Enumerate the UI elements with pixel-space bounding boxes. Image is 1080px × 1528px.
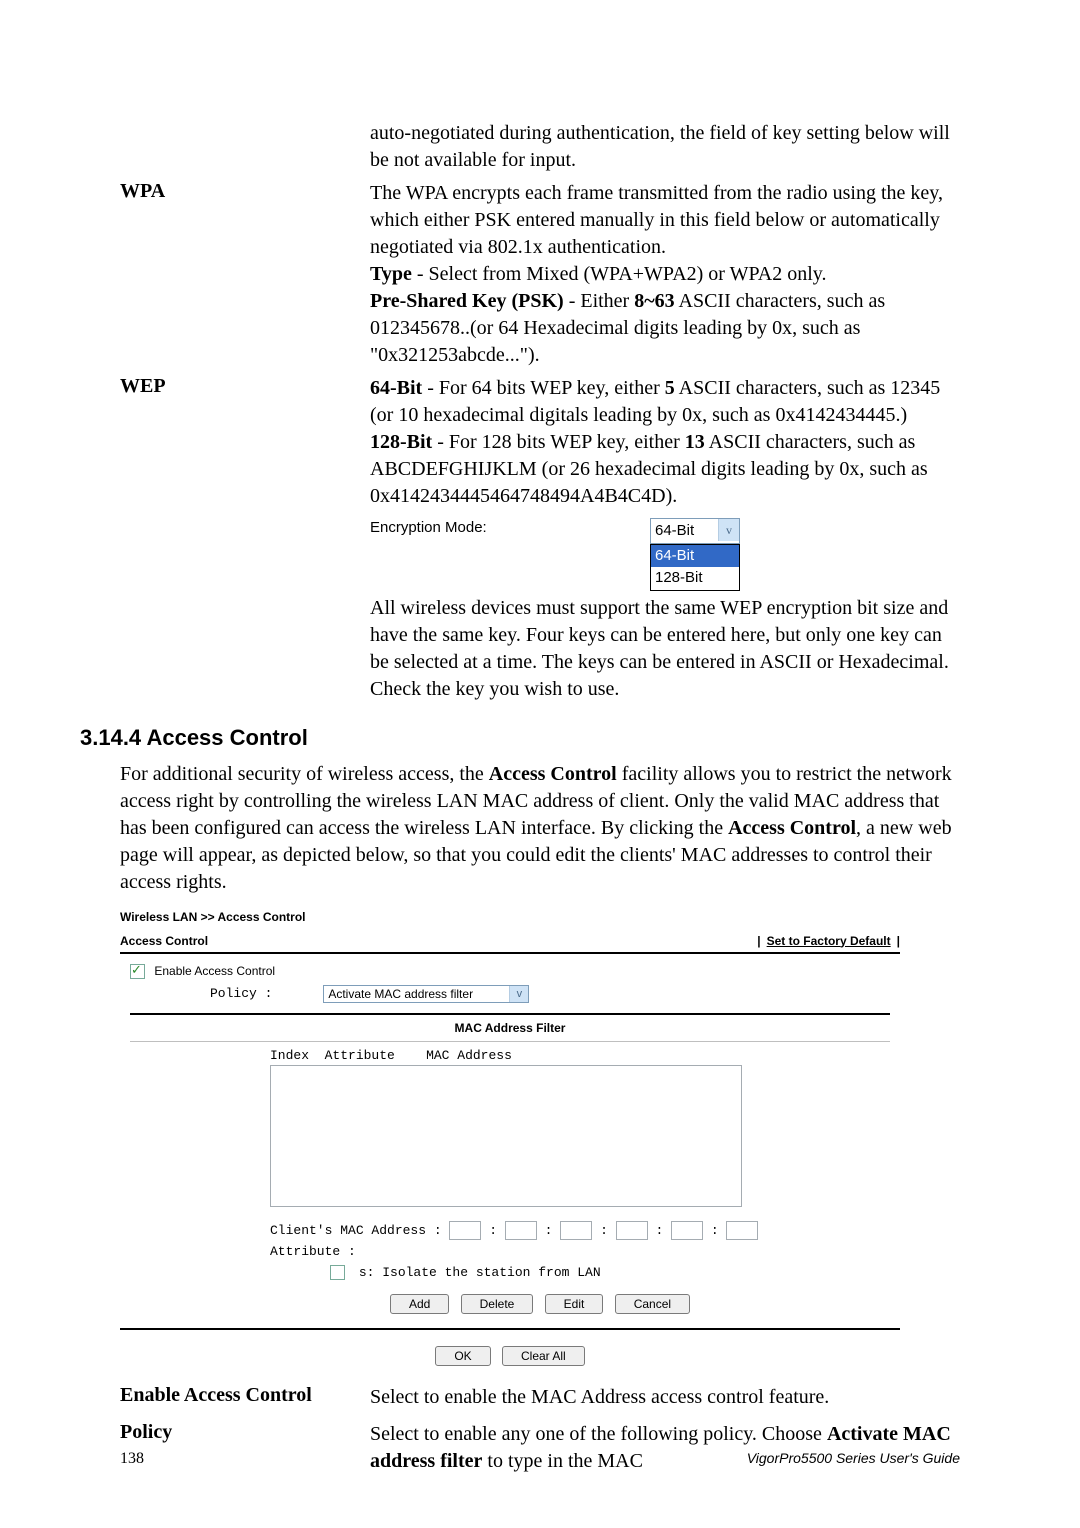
enable-access-control-row: Enable Access Control	[130, 964, 890, 979]
enable-access-control-checkbox[interactable]	[130, 964, 145, 979]
mac-octet-2[interactable]	[505, 1221, 537, 1240]
policy-select[interactable]: Activate MAC address filter v	[323, 985, 529, 1003]
section-para-b1: Access Control	[489, 763, 617, 785]
mac-octet-5[interactable]	[671, 1221, 703, 1240]
col-index: Index	[270, 1048, 309, 1063]
enable-access-control-label: Enable Access Control	[154, 964, 275, 978]
col-mac: MAC Address	[426, 1048, 512, 1063]
encryption-mode-options[interactable]: 64-Bit 128-Bit	[650, 544, 740, 591]
wpa-psk-mid: - Either	[564, 290, 635, 312]
wep-desc: 64-Bit - For 64 bits WEP key, either 5 A…	[370, 375, 960, 703]
encryption-mode-select[interactable]: 64-Bit v	[650, 518, 740, 544]
breadcrumb: Wireless LAN >> Access Control	[120, 910, 900, 924]
chevron-down-icon: v	[509, 986, 528, 1002]
client-mac-row: Client's MAC Address : : : : : :	[270, 1221, 890, 1240]
cancel-button[interactable]: Cancel	[615, 1294, 690, 1314]
footer-guide: VigorPro5500 Series User's Guide	[747, 1450, 960, 1468]
chevron-down-icon: v	[718, 519, 739, 541]
section-para-b2: Access Control	[728, 817, 856, 839]
wpa-psk-b2: 8~63	[634, 290, 674, 312]
isolate-checkbox[interactable]	[330, 1265, 345, 1280]
wpa-type-b: Type	[370, 263, 412, 285]
wpa-psk-b: Pre-Shared Key (PSK)	[370, 290, 564, 312]
section-para-a: For additional security of wireless acce…	[120, 763, 489, 785]
wep-64mid: - For 64 bits WEP key, either	[422, 377, 665, 399]
page-number: 138	[120, 1450, 144, 1468]
wep-label: WEP	[120, 375, 370, 703]
edit-button[interactable]: Edit	[545, 1294, 604, 1314]
wpa-desc: The WPA encrypts each frame transmitted …	[370, 180, 960, 369]
attribute-label: Attribute :	[270, 1244, 890, 1259]
wep-13: 13	[685, 431, 705, 453]
set-factory-default-link[interactable]: Set to Factory Default	[767, 934, 891, 948]
intro-text: auto-negotiated during authentication, t…	[370, 120, 960, 174]
wep-128b: 128-Bit	[370, 431, 432, 453]
mac-octet-6[interactable]	[726, 1221, 758, 1240]
mac-filter-title: MAC Address Filter	[130, 1013, 890, 1042]
def-policy-a: Select to enable any one of the followin…	[370, 1423, 827, 1445]
section-para: For additional security of wireless acce…	[120, 761, 960, 896]
mac-octet-4[interactable]	[616, 1221, 648, 1240]
panel-title: Access Control	[120, 934, 208, 948]
access-control-panel: Wireless LAN >> Access Control Access Co…	[120, 910, 900, 1366]
mac-octet-1[interactable]	[449, 1221, 481, 1240]
clear-all-button[interactable]: Clear All	[502, 1346, 585, 1366]
wpa-label: WPA	[120, 180, 370, 369]
wep-tail: All wireless devices must support the sa…	[370, 595, 960, 703]
delete-button[interactable]: Delete	[461, 1294, 534, 1314]
policy-select-value: Activate MAC address filter	[328, 987, 473, 1001]
encryption-mode-select-wrap: 64-Bit v 64-Bit 128-Bit	[650, 518, 740, 591]
def-eac-desc: Select to enable the MAC Address access …	[370, 1384, 960, 1411]
wep-128mid: - For 128 bits WEP key, either	[432, 431, 685, 453]
policy-label: Policy :	[210, 986, 320, 1001]
mac-octet-3[interactable]	[560, 1221, 592, 1240]
section-heading: 3.14.4 Access Control	[80, 725, 960, 751]
mac-list[interactable]	[270, 1065, 742, 1207]
encryption-mode-label: Encryption Mode:	[370, 518, 650, 538]
col-attribute: Attribute	[325, 1048, 395, 1063]
wep-5: 5	[665, 377, 675, 399]
mac-list-header: Index Attribute MAC Address	[270, 1048, 890, 1063]
encryption-option-128bit[interactable]: 128-Bit	[651, 567, 739, 589]
isolate-label: s: Isolate the station from LAN	[359, 1265, 601, 1280]
wpa-p1: The WPA encrypts each frame transmitted …	[370, 182, 943, 258]
add-button[interactable]: Add	[390, 1294, 449, 1314]
wep-64b: 64-Bit	[370, 377, 422, 399]
wpa-type-rest: - Select from Mixed (WPA+WPA2) or WPA2 o…	[412, 263, 827, 285]
ok-button[interactable]: OK	[435, 1346, 490, 1366]
def-eac-label: Enable Access Control	[120, 1384, 370, 1411]
client-mac-label: Client's MAC Address :	[270, 1223, 442, 1238]
encryption-option-64bit[interactable]: 64-Bit	[651, 545, 739, 567]
